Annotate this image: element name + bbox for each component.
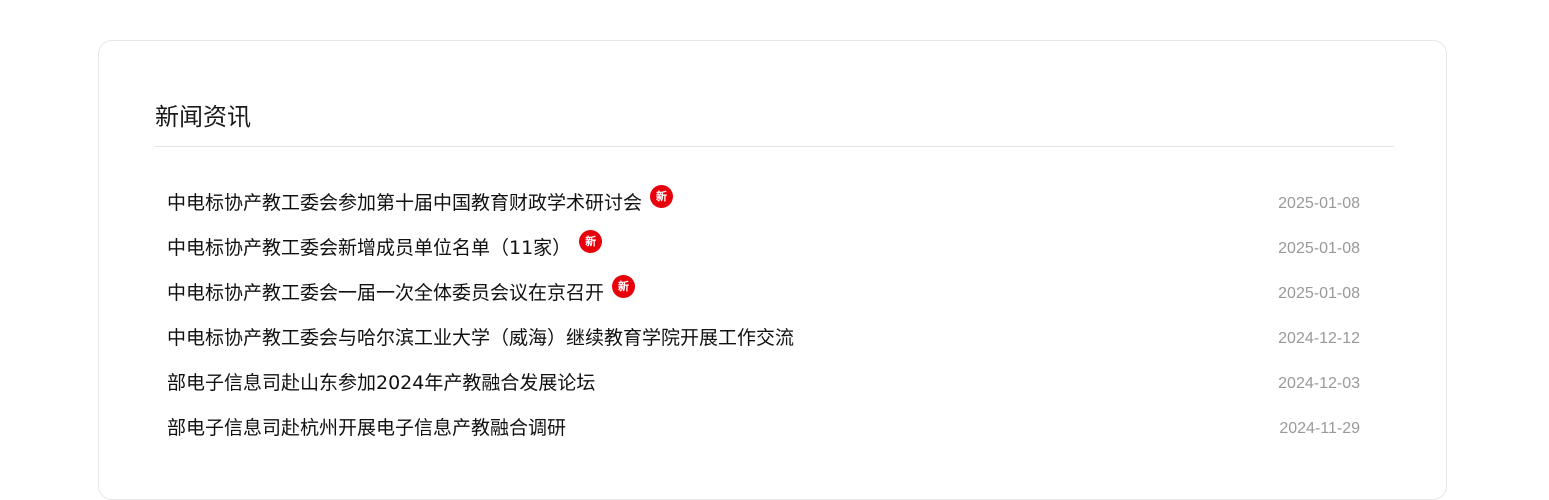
title-divider <box>155 146 1394 147</box>
new-badge: 新 <box>612 275 636 298</box>
news-item[interactable]: 部电子信息司赴杭州开展电子信息产教融合调研 2024-11-29 <box>167 406 1360 451</box>
news-item[interactable]: 中电标协产教工委会参加第十届中国教育财政学术研讨会 新 2025-01-08 <box>167 181 1360 226</box>
news-item-date: 2025-01-08 <box>1278 195 1360 212</box>
new-badge: 新 <box>650 185 674 208</box>
news-item[interactable]: 中电标协产教工委会新增成员单位名单（11家） 新 2025-01-08 <box>167 226 1360 271</box>
news-item-title[interactable]: 中电标协产教工委会一届一次全体委员会议在京召开 <box>167 271 604 316</box>
news-item-date: 2025-01-08 <box>1278 285 1360 302</box>
news-item[interactable]: 中电标协产教工委会与哈尔滨工业大学（威海）继续教育学院开展工作交流 2024-1… <box>167 316 1360 361</box>
news-item-title[interactable]: 中电标协产教工委会与哈尔滨工业大学（威海）继续教育学院开展工作交流 <box>167 316 794 361</box>
news-item[interactable]: 部电子信息司赴山东参加2024年产教融合发展论坛 2024-12-03 <box>167 361 1360 406</box>
news-list: 中电标协产教工委会参加第十届中国教育财政学术研讨会 新 2025-01-08 中… <box>167 181 1360 451</box>
news-item-date: 2025-01-08 <box>1278 240 1360 257</box>
news-card: 新闻资讯 中电标协产教工委会参加第十届中国教育财政学术研讨会 新 2025-01… <box>98 40 1447 500</box>
news-item-date: 2024-12-12 <box>1278 330 1360 347</box>
news-item-title[interactable]: 中电标协产教工委会参加第十届中国教育财政学术研讨会 <box>167 181 642 226</box>
news-item-title[interactable]: 部电子信息司赴杭州开展电子信息产教融合调研 <box>167 406 566 451</box>
section-title: 新闻资讯 <box>155 103 251 131</box>
news-item-date: 2024-12-03 <box>1278 375 1360 392</box>
news-item-date: 2024-11-29 <box>1279 420 1360 437</box>
news-item-title[interactable]: 部电子信息司赴山东参加2024年产教融合发展论坛 <box>167 361 595 406</box>
news-item[interactable]: 中电标协产教工委会一届一次全体委员会议在京召开 新 2025-01-08 <box>167 271 1360 316</box>
news-item-title[interactable]: 中电标协产教工委会新增成员单位名单（11家） <box>167 226 571 271</box>
new-badge: 新 <box>579 230 603 253</box>
